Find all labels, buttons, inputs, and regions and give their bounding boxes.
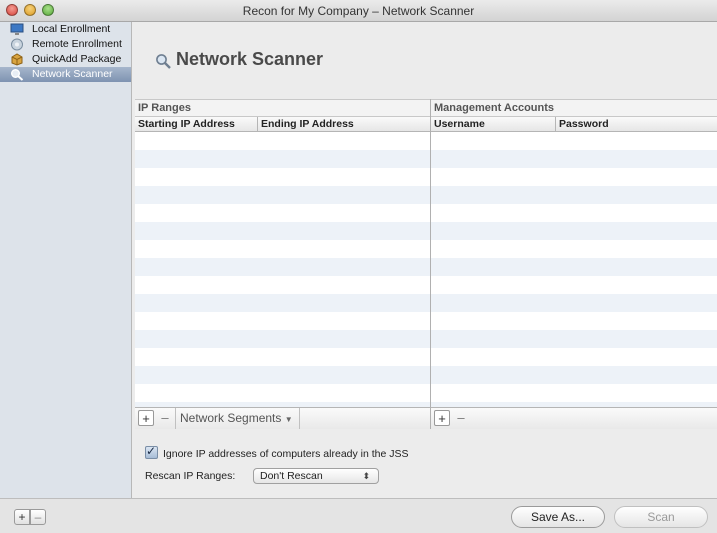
sidebar-item-label: QuickAdd Package [32, 53, 122, 65]
sidebar-item-label: Network Scanner [32, 68, 113, 80]
rescan-option: Rescan IP Ranges: Don't Rescan ⬍ [145, 468, 379, 484]
magnifier-icon [155, 53, 171, 72]
ignore-ip-checkbox[interactable] [145, 444, 158, 459]
accounts-table[interactable] [431, 132, 717, 420]
package-icon [10, 53, 24, 66]
column-username[interactable]: Username [431, 117, 555, 131]
sidebar-item-label: Remote Enrollment [32, 38, 122, 50]
column-password[interactable]: Password [555, 117, 717, 131]
computer-icon [10, 23, 24, 36]
ip-ranges-header: Starting IP Address Ending IP Address [135, 117, 430, 132]
management-accounts-panel: Management Accounts Username Password [431, 99, 717, 429]
sidebar-item-network-scanner[interactable]: Network Scanner [0, 67, 131, 82]
sidebar-item-local-enrollment[interactable]: Local Enrollment [0, 22, 131, 37]
ignore-ip-label: Ignore IP addresses of computers already… [163, 448, 409, 460]
accounts-header: Username Password [431, 117, 717, 132]
remote-icon [10, 38, 24, 51]
title-bar: Recon for My Company – Network Scanner [0, 0, 717, 22]
ignore-ip-option[interactable]: Ignore IP addresses of computers already… [145, 444, 409, 460]
magnifier-icon [10, 68, 24, 81]
ip-ranges-panel: IP Ranges Starting IP Address Ending IP … [135, 99, 431, 429]
add-ip-range-button[interactable]: + [138, 410, 154, 426]
add-item-button[interactable]: + [14, 509, 30, 525]
rescan-label: Rescan IP Ranges: [145, 470, 236, 482]
page-header: Network Scanner [133, 22, 717, 96]
main-content: Network Scanner IP Ranges Starting IP Ad… [133, 22, 717, 498]
rescan-select[interactable]: Don't Rescan ⬍ [253, 468, 379, 484]
management-accounts-title: Management Accounts [431, 99, 717, 117]
network-segments-label: Network Segments [180, 411, 282, 425]
add-account-button[interactable]: + [434, 410, 450, 426]
sidebar-item-quickadd-package[interactable]: QuickAdd Package [0, 52, 131, 67]
sidebar: Local Enrollment Remote Enrollment Quick… [0, 22, 132, 498]
column-ending-ip[interactable]: Ending IP Address [257, 117, 431, 131]
accounts-toolbar: + – [431, 407, 717, 429]
sidebar-item-label: Local Enrollment [32, 23, 111, 35]
bottom-bar: + – Save As... Scan [0, 498, 717, 533]
select-arrows-icon: ⬍ [362, 471, 370, 481]
window-title: Recon for My Company – Network Scanner [242, 4, 475, 18]
column-starting-ip[interactable]: Starting IP Address [135, 117, 257, 131]
page-title: Network Scanner [176, 49, 324, 69]
remove-account-button[interactable]: – [453, 410, 469, 426]
ip-ranges-toolbar: + – Network Segments ▼ [135, 407, 431, 429]
save-as-button[interactable]: Save As... [511, 506, 605, 528]
rescan-value: Don't Rescan [260, 470, 323, 482]
ip-ranges-table[interactable] [135, 132, 430, 420]
ip-ranges-title: IP Ranges [135, 99, 430, 117]
scan-button[interactable]: Scan [614, 506, 708, 528]
chevron-down-icon: ▼ [284, 415, 293, 424]
remove-ip-range-button[interactable]: – [157, 410, 173, 426]
remove-item-button[interactable]: – [30, 509, 46, 525]
sidebar-item-remote-enrollment[interactable]: Remote Enrollment [0, 37, 131, 52]
network-segments-menu[interactable]: Network Segments ▼ [175, 408, 300, 429]
